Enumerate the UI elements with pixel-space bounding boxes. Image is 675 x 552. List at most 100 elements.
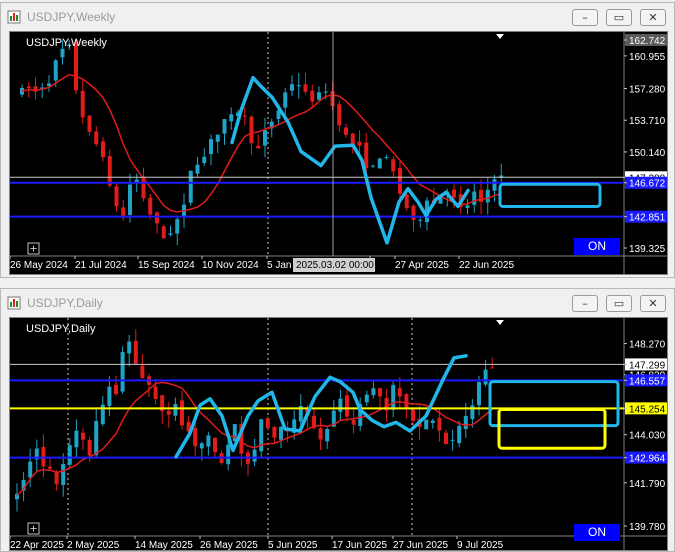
date-label: 15 Sep 2024 — [138, 260, 195, 271]
candle-body — [303, 84, 308, 92]
restore-icon: ▭ — [613, 11, 625, 24]
daily-minimize-button[interactable]: – — [572, 295, 598, 312]
candle-body — [252, 449, 257, 462]
candle-body — [411, 205, 416, 220]
date-label: 26 May 2025 — [200, 540, 258, 550]
weekly-price-chart[interactable]: 162.742160.955157.280153.710150.140147.2… — [10, 32, 667, 274]
candle-body — [404, 394, 409, 410]
candle-body — [81, 432, 85, 440]
candle-body — [140, 365, 145, 379]
candle-body — [418, 219, 423, 221]
candle-body — [371, 388, 376, 396]
candle-body — [472, 191, 477, 205]
candle-body — [107, 156, 112, 186]
close-icon: ✕ — [648, 11, 658, 24]
weekly-minimize-button[interactable]: – — [572, 9, 598, 26]
candle-body — [48, 466, 52, 469]
candle-body — [318, 428, 323, 440]
candle-body — [60, 48, 65, 58]
daily-restore-button[interactable]: ▭ — [606, 295, 632, 312]
date-label: 5 Jan — [267, 260, 291, 271]
chart-shift-marker[interactable] — [496, 34, 504, 39]
candle-body — [364, 394, 369, 403]
candle-body — [127, 341, 132, 354]
date-label: 27 Apr 2025 — [395, 260, 449, 271]
candle-body — [94, 421, 99, 456]
candle-body — [338, 398, 343, 412]
candle-body — [242, 115, 247, 117]
date-label: 21 Jul 2024 — [75, 260, 127, 271]
candle-body — [444, 432, 448, 444]
weekly-close-button[interactable]: ✕ — [640, 9, 666, 26]
daily-chart-canvas[interactable]: 148.270147.299146.820146.557145.254144.0… — [9, 317, 668, 551]
candle-body — [128, 184, 132, 215]
candle-body — [265, 418, 270, 429]
candle-body — [492, 179, 497, 191]
weekly-chart-window[interactable]: USDJPY,Weekly – ▭ ✕ 162.742 160.955 157.28… — [0, 2, 675, 278]
candle-body — [87, 115, 92, 132]
candle-body — [153, 386, 158, 399]
daily-chart-window[interactable]: USDJPY,Daily – ▭ ✕ 148.270147.299146.820… — [0, 288, 675, 552]
daily-titlebar[interactable]: USDJPY,Daily – ▭ ✕ — [1, 289, 674, 317]
candle-body — [424, 419, 429, 430]
weekly-window-title: USDJPY,Weekly — [27, 10, 116, 24]
candle-body — [465, 205, 470, 209]
candle-body — [148, 197, 153, 215]
minimize-icon: – — [582, 297, 588, 310]
candle-body — [350, 133, 355, 144]
weekly-on-button[interactable]: ON — [574, 238, 620, 255]
candle-body — [398, 167, 402, 194]
candle-body — [101, 141, 105, 158]
minimize-icon: – — [582, 11, 588, 24]
candle-body — [404, 194, 409, 208]
price-label: 157.280 — [629, 85, 666, 96]
chart-shift-marker[interactable] — [496, 320, 504, 325]
candle-body — [206, 435, 211, 447]
candle-body — [193, 428, 198, 447]
target-zone-box — [498, 182, 602, 208]
price-label: 146.672 — [629, 179, 666, 190]
price-label: 139.325 — [629, 244, 666, 255]
date-label: 22 Jun 2025 — [459, 260, 514, 271]
candle-body — [87, 439, 92, 456]
candle-body — [120, 352, 125, 392]
candle-body — [209, 139, 213, 155]
price-label: 145.254 — [629, 404, 666, 415]
candle-body — [199, 443, 204, 449]
price-label: 142.964 — [629, 454, 666, 465]
candle-body — [74, 42, 78, 91]
chart-window-icon — [7, 10, 21, 24]
price-label: 162.742 — [629, 36, 666, 47]
weekly-titlebar[interactable]: USDJPY,Weekly – ▭ ✕ — [1, 3, 674, 31]
date-label: 17 Jun 2025 — [332, 540, 387, 550]
weekly-restore-button[interactable]: ▭ — [606, 9, 632, 26]
moving-average-line — [21, 73, 502, 213]
chart-window-icon — [7, 296, 21, 310]
candle-body — [371, 165, 375, 167]
candle-body — [61, 463, 66, 485]
candle-body — [463, 415, 468, 430]
candle-body — [485, 189, 490, 203]
daily-close-button[interactable]: ✕ — [640, 295, 666, 312]
crosshair-date-label: 2025.03.02 00:00 — [296, 260, 374, 271]
candle-body — [317, 92, 321, 100]
candle-body — [345, 395, 349, 417]
candle-body — [490, 367, 495, 369]
candle-body — [256, 145, 261, 149]
daily-price-chart[interactable]: 148.270147.299146.820146.557145.254144.0… — [10, 318, 667, 550]
candle-body — [290, 84, 294, 91]
candle-body — [54, 472, 59, 485]
candle-body — [477, 382, 481, 406]
candle-body — [175, 219, 180, 234]
candle-body — [397, 388, 402, 397]
daily-on-button[interactable]: ON — [574, 524, 620, 541]
price-label: 150.140 — [629, 148, 666, 159]
candle-body — [188, 170, 193, 203]
candle-body — [107, 386, 112, 406]
candle-body — [325, 429, 330, 442]
weekly-chart-canvas[interactable]: 162.742160.955157.280153.710150.140147.2… — [9, 31, 668, 275]
candle-body — [53, 60, 58, 81]
candle-body — [202, 156, 207, 164]
candle-body — [263, 130, 267, 146]
candle-body — [114, 186, 119, 207]
